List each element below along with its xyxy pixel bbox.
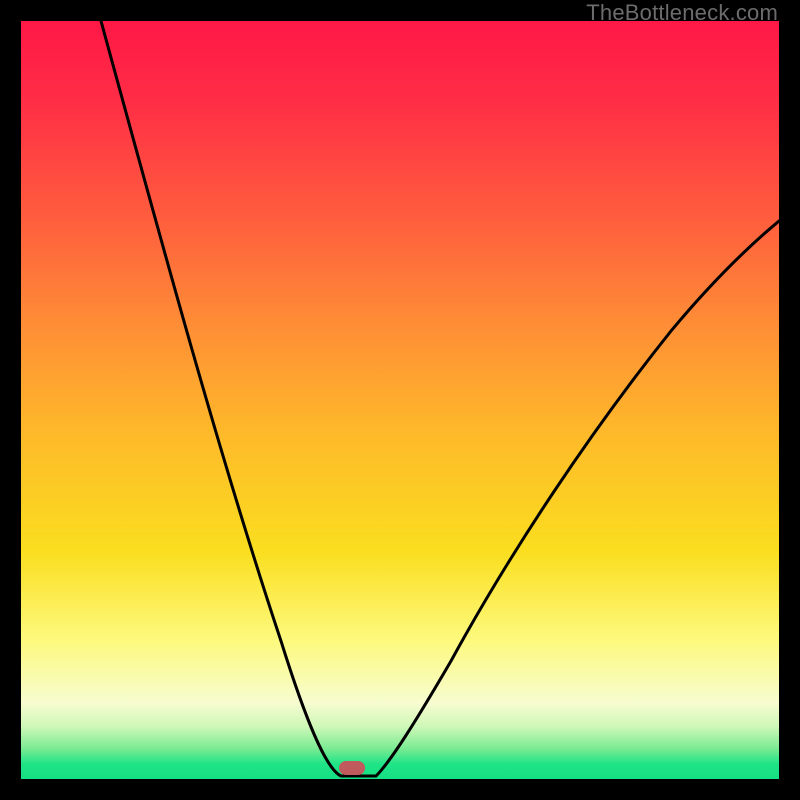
bottleneck-curve [21,21,779,779]
optimum-marker [339,761,365,775]
chart-area [21,21,779,779]
curve-path [101,21,779,776]
